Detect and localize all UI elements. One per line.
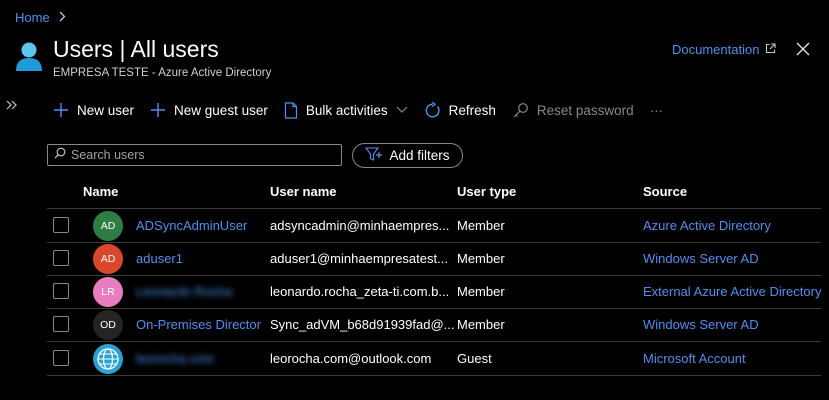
- breadcrumb: Home: [15, 10, 66, 25]
- user-principal-name: leonardo.rocha_zeta-ti.com.b...: [270, 284, 450, 299]
- document-icon: [284, 101, 298, 119]
- table-row[interactable]: OD On-Premises Director Sync_adVM_b68d91…: [47, 308, 821, 341]
- key-icon: [512, 102, 529, 119]
- command-bar: New user New guest user Bulk activities …: [53, 99, 679, 121]
- breadcrumb-home-link[interactable]: Home: [15, 10, 50, 25]
- user-display-name-link[interactable]: On-Premises Director: [136, 317, 261, 332]
- search-field[interactable]: [47, 144, 342, 166]
- row-checkbox[interactable]: [53, 217, 69, 233]
- avatar: OD: [93, 310, 123, 340]
- user-principal-name: adsyncadmin@minhaempres...: [270, 218, 450, 233]
- column-header-user-name[interactable]: User name: [270, 184, 336, 199]
- more-options-button[interactable]: ···: [650, 103, 664, 118]
- table-row[interactable]: AD aduser1 aduser1@minhaempresatest... M…: [47, 242, 821, 275]
- plus-icon: [150, 102, 166, 118]
- refresh-icon: [424, 101, 441, 119]
- page-title: Users | All users: [53, 36, 219, 62]
- user-display-name-link[interactable]: Leonardo Rocha: [136, 284, 232, 299]
- table-row[interactable]: LR Leonardo Rocha leonardo.rocha_zeta-ti…: [47, 275, 821, 308]
- table-row[interactable]: AD ADSyncAdminUser adsyncadmin@minhaempr…: [47, 209, 821, 242]
- refresh-button[interactable]: Refresh: [424, 101, 496, 119]
- add-filters-button[interactable]: Add filters: [352, 143, 463, 168]
- new-user-label: New user: [77, 102, 135, 118]
- user-principal-name: aduser1@minhaempresatest...: [270, 251, 448, 266]
- new-guest-user-button[interactable]: New guest user: [150, 102, 268, 118]
- column-header-name[interactable]: Name: [83, 184, 118, 199]
- bulk-activities-label: Bulk activities: [305, 102, 388, 118]
- chevron-right-icon: [58, 11, 66, 25]
- user-type: Member: [457, 284, 505, 299]
- user-source-link[interactable]: External Azure Active Directory: [643, 284, 821, 299]
- user-source-link[interactable]: Windows Server AD: [643, 317, 759, 332]
- expand-sidebar-icon[interactable]: [6, 97, 18, 114]
- new-user-button[interactable]: New user: [53, 102, 134, 118]
- user-display-name-link[interactable]: leorocha.com: [136, 351, 214, 366]
- row-checkbox[interactable]: [53, 283, 69, 299]
- close-icon[interactable]: [795, 41, 811, 57]
- user-display-name-link[interactable]: ADSyncAdminUser: [136, 218, 247, 233]
- avatar: AD: [93, 211, 123, 241]
- row-divider: [47, 375, 821, 376]
- avatar: AD: [93, 244, 123, 274]
- bulk-activities-button[interactable]: Bulk activities: [284, 101, 408, 119]
- more-icon: ···: [649, 102, 664, 118]
- user-type: Member: [457, 317, 505, 332]
- user-type: Guest: [457, 351, 492, 366]
- column-header-user-type[interactable]: User type: [457, 184, 516, 199]
- column-header-source[interactable]: Source: [643, 184, 687, 199]
- user-display-name-link[interactable]: aduser1: [136, 251, 183, 266]
- reset-password-button[interactable]: Reset password: [512, 102, 634, 119]
- documentation-label: Documentation: [672, 42, 760, 57]
- new-guest-user-label: New guest user: [174, 102, 268, 118]
- search-icon: [54, 146, 66, 164]
- user-source-link[interactable]: Microsoft Account: [643, 351, 746, 366]
- search-input[interactable]: [71, 148, 331, 162]
- user-principal-name: Sync_adVM_b68d91939fad@...: [270, 317, 455, 332]
- plus-icon: [53, 102, 69, 118]
- avatar: LR: [93, 277, 123, 307]
- reset-password-label: Reset password: [536, 102, 634, 118]
- row-checkbox[interactable]: [53, 350, 69, 366]
- external-link-icon: [765, 42, 777, 57]
- table-row[interactable]: leorocha.com leorocha.com@outlook.com Gu…: [47, 342, 821, 375]
- documentation-link[interactable]: Documentation: [672, 42, 777, 57]
- user-source-link[interactable]: Windows Server AD: [643, 251, 759, 266]
- filter-icon: [365, 146, 383, 165]
- user-source-link[interactable]: Azure Active Directory: [643, 218, 771, 233]
- row-checkbox[interactable]: [53, 316, 69, 332]
- globe-icon: [93, 344, 123, 374]
- user-icon: [14, 41, 44, 73]
- user-type: Member: [457, 251, 505, 266]
- row-checkbox[interactable]: [53, 250, 69, 266]
- add-filters-label: Add filters: [389, 148, 450, 163]
- user-principal-name: leorocha.com@outlook.com: [270, 351, 432, 366]
- refresh-label: Refresh: [448, 102, 496, 118]
- user-type: Member: [457, 218, 505, 233]
- chevron-down-icon: [396, 106, 408, 114]
- page-subtitle: EMPRESA TESTE - Azure Active Directory: [53, 67, 272, 79]
